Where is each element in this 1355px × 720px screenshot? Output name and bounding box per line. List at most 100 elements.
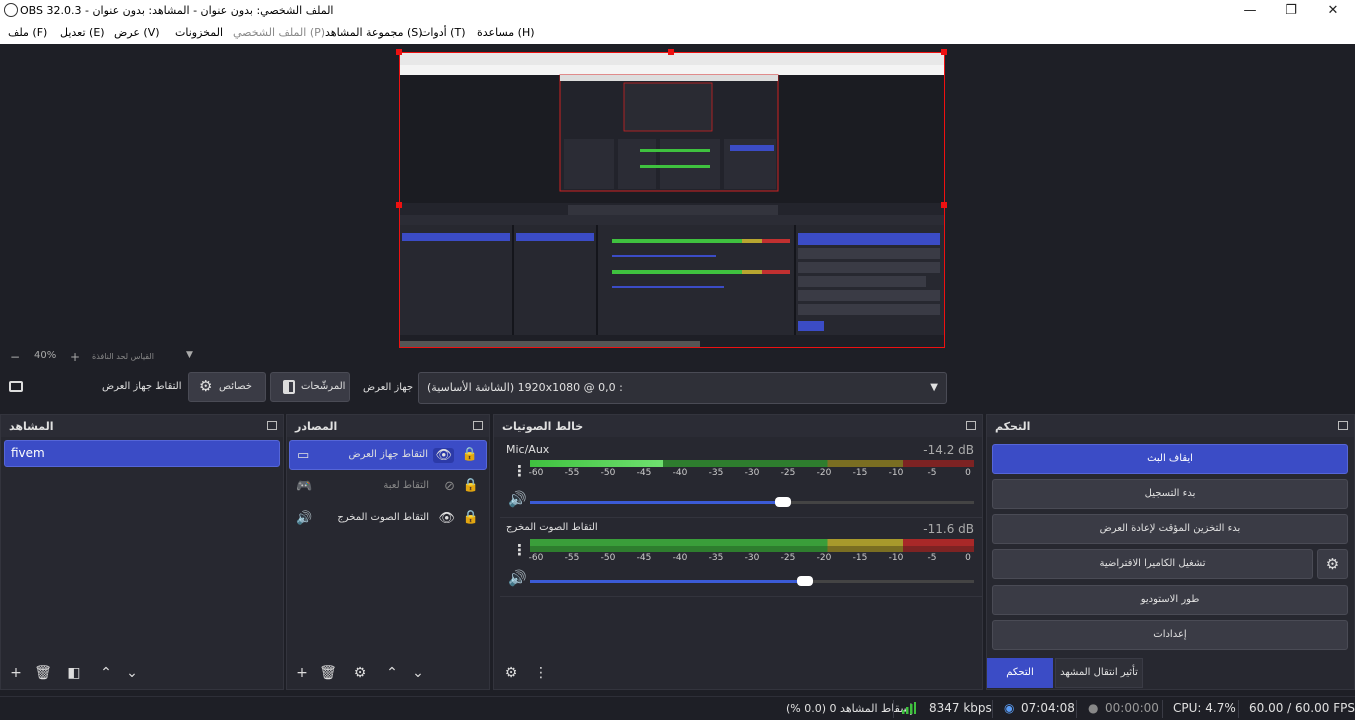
cpu-usage: CPU: 4.7%: [1173, 701, 1236, 715]
meter-tick-label: -35: [708, 468, 724, 478]
eye-off-icon[interactable]: ⊘: [444, 479, 455, 494]
trash-icon[interactable]: 🗑: [34, 665, 52, 681]
slider-thumb[interactable]: [775, 497, 792, 507]
meter-tick-label: -35: [708, 553, 724, 563]
display-select[interactable]: (الشاشة الأساسية) 1920x1080 @ 0,0 : ▼: [418, 372, 947, 404]
channel-menu-button[interactable]: ⋮: [512, 541, 527, 559]
divider: [1076, 700, 1077, 718]
menu-view[interactable]: عرض (V): [114, 26, 160, 39]
slider-thumb[interactable]: [797, 576, 814, 586]
channel-db: -11.6 dB: [923, 522, 974, 536]
maximize-button[interactable]: ❐: [1269, 0, 1313, 22]
speaker-icon: 🔊: [296, 511, 313, 526]
speaker-icon[interactable]: 🔊: [508, 490, 527, 508]
settings-button[interactable]: إعدادات: [992, 620, 1348, 650]
selected-source-name: التقاط جهاز العرض: [102, 381, 182, 392]
move-up-button[interactable]: ⌃: [97, 665, 115, 681]
undock-icon[interactable]: [473, 421, 483, 430]
menu-help[interactable]: مساعدة (H): [477, 26, 535, 39]
menu-tools[interactable]: أدوات (T): [420, 26, 466, 39]
menu-edit[interactable]: تعديل (E): [60, 26, 105, 39]
obs-logo-icon: [4, 3, 18, 17]
monitor-icon: [9, 381, 23, 392]
virtual-camera-button[interactable]: تشغيل الكاميرا الافتراضية: [992, 549, 1313, 579]
preview-canvas[interactable]: [399, 52, 945, 348]
chevron-down-icon[interactable]: ▼: [186, 350, 193, 360]
resize-handle[interactable]: [396, 202, 402, 208]
undock-icon[interactable]: [966, 421, 976, 430]
source-item[interactable]: 🔊 التقاط الصوت المخرج 👁 🔒: [289, 504, 487, 534]
undock-icon[interactable]: [267, 421, 277, 430]
resize-handle[interactable]: [668, 49, 674, 55]
minimize-button[interactable]: —: [1228, 0, 1272, 22]
tab-scene-transitions[interactable]: تأثير انتقال المشهد: [1055, 658, 1143, 688]
filters-button[interactable]: المرشّحات: [270, 372, 350, 402]
title-bar: OBS 32.0.3 - الملف الشخصي: بدون عنوان - …: [0, 0, 1355, 22]
mixer-menu-button[interactable]: ⋮: [532, 665, 550, 681]
move-up-button[interactable]: ⌃: [383, 665, 401, 681]
meter-tick-label: -15: [852, 468, 868, 478]
volume-fill: [530, 501, 784, 504]
menu-profile[interactable]: الملف الشخصي (P): [233, 26, 325, 39]
resize-handle[interactable]: [941, 202, 947, 208]
filter-icon: [283, 380, 295, 394]
lock-icon[interactable]: 🔒: [463, 478, 479, 493]
source-item[interactable]: ▭ التقاط جهاز العرض 👁 🔒: [289, 440, 487, 470]
gear-icon[interactable]: ⚙: [351, 665, 369, 681]
menu-file[interactable]: ملف (F): [8, 26, 47, 39]
eye-icon[interactable]: 👁: [438, 511, 455, 526]
meter-tick-label: -55: [564, 553, 580, 563]
chevron-down-icon: ▼: [930, 382, 938, 393]
zoom-out-button[interactable]: −: [10, 350, 20, 364]
source-item[interactable]: 🎮 التقاط لعبة ⊘ 🔒: [289, 472, 487, 502]
gear-icon[interactable]: ⚙: [1317, 549, 1348, 579]
add-source-button[interactable]: +: [293, 665, 311, 681]
stop-streaming-button[interactable]: ايقاف البث: [992, 444, 1348, 474]
scale-mode-select[interactable]: القياس لحد النافذة: [92, 352, 154, 361]
close-button[interactable]: ✕: [1311, 0, 1355, 22]
tab-controls[interactable]: التحكم: [987, 658, 1053, 688]
meter-tick-label: -5: [927, 553, 937, 563]
meter-tick-label: -60: [528, 468, 544, 478]
studio-mode-button[interactable]: طور الاستوديو: [992, 585, 1348, 615]
volume-slider[interactable]: [530, 576, 974, 586]
display-label: جهاز العرض: [363, 382, 414, 393]
lock-icon[interactable]: 🔒: [462, 447, 478, 462]
undock-icon[interactable]: [1338, 421, 1348, 430]
volume-slider[interactable]: [530, 497, 974, 507]
meter-tick-label: -40: [672, 468, 688, 478]
record-icon: ●: [1088, 701, 1099, 715]
meter-tick-label: -20: [816, 468, 832, 478]
eye-icon[interactable]: 👁: [433, 448, 454, 463]
scene-item[interactable]: fivem: [4, 440, 280, 467]
menu-scene-collection[interactable]: مجموعة المشاهد (S): [325, 26, 423, 39]
resize-handle[interactable]: [396, 49, 402, 55]
mixer-channel: التقاط الصوت المخرج -11.6 dB ⋮ -60 -55 -50…: [500, 519, 982, 597]
advanced-audio-button[interactable]: ⚙: [502, 665, 520, 681]
meter-tick-label: -15: [852, 553, 868, 563]
mixer-channel: Mic/Aux -14.2 dB ⋮ -60 -55 -50 -45 -40 -35 -30…: [500, 440, 982, 518]
add-scene-button[interactable]: +: [7, 665, 25, 681]
menu-docks[interactable]: المخزونات: [175, 26, 223, 39]
scene-filters-button[interactable]: ◧: [65, 665, 83, 681]
lock-icon[interactable]: 🔒: [463, 510, 479, 525]
volume-meter: [530, 539, 974, 552]
move-down-button[interactable]: ⌄: [123, 665, 141, 681]
trash-icon[interactable]: 🗑: [319, 665, 337, 681]
meter-tick-label: 0: [965, 468, 971, 478]
properties-button[interactable]: ⚙ خصائص: [188, 372, 266, 402]
nested-preview-graphic: [400, 53, 944, 347]
stream-time: 07:04:08: [1021, 701, 1075, 715]
channel-menu-button[interactable]: ⋮: [512, 462, 527, 480]
zoom-in-button[interactable]: +: [70, 350, 80, 364]
replay-buffer-button[interactable]: بدء التخزين المؤقت لإعادة العرض: [992, 514, 1348, 544]
start-recording-button[interactable]: بدء التسجيل: [992, 479, 1348, 509]
meter-tick-label: -50: [600, 553, 616, 563]
menu-bar: ملف (F) تعديل (E) عرض (V) المخزونات المل…: [0, 22, 1355, 44]
resize-handle[interactable]: [941, 49, 947, 55]
speaker-icon[interactable]: 🔊: [508, 569, 527, 587]
divider: [992, 700, 993, 718]
move-down-button[interactable]: ⌄: [409, 665, 427, 681]
sources-title: المصادر: [295, 420, 338, 433]
zoom-level: 40%: [34, 350, 57, 361]
